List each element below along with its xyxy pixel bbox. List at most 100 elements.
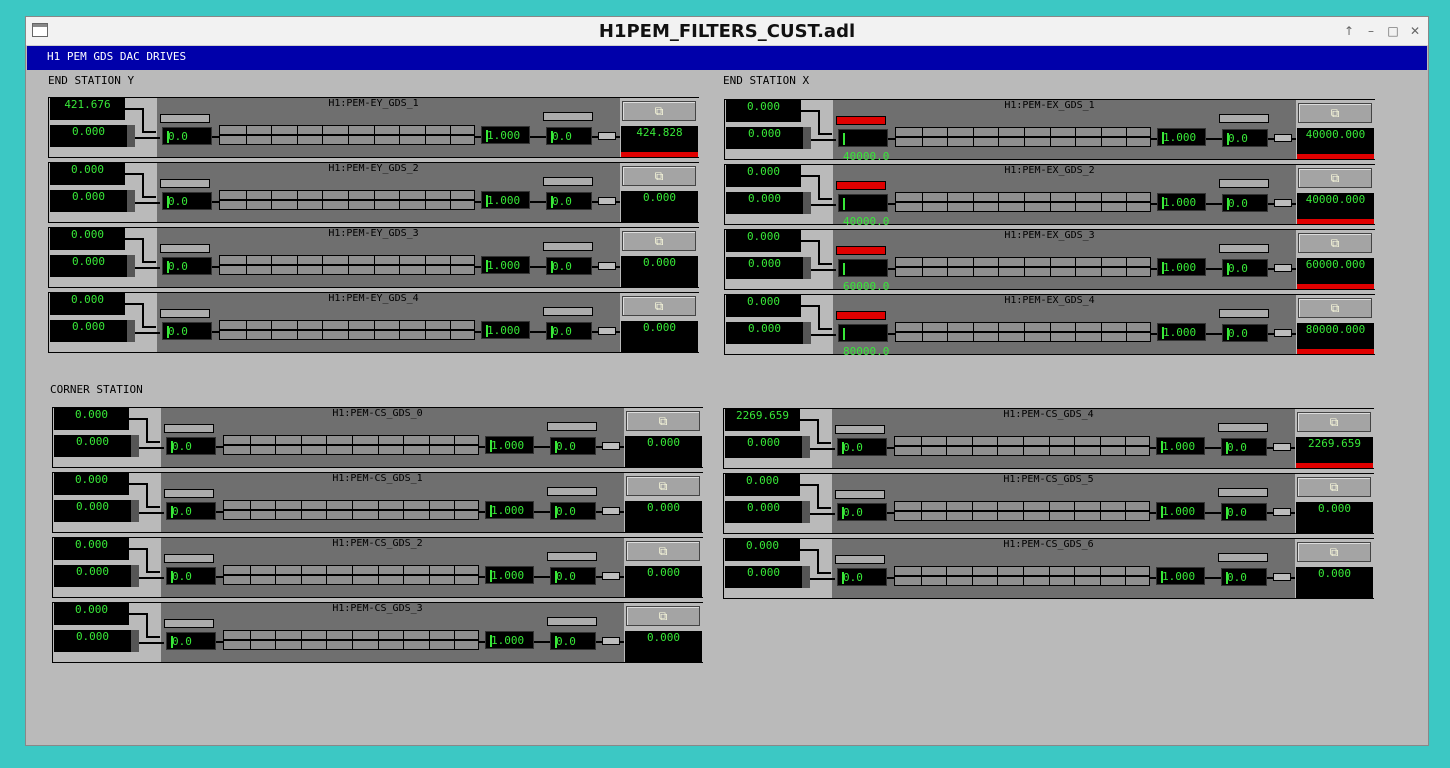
- limit-toggle-button[interactable]: [1219, 244, 1269, 253]
- output-switch[interactable]: [598, 197, 616, 205]
- limit-toggle-button[interactable]: [547, 422, 597, 431]
- offset-toggle-button[interactable]: [160, 114, 210, 123]
- limit-toggle-button[interactable]: [1218, 488, 1268, 497]
- limit-toggle-button[interactable]: [1218, 553, 1268, 562]
- limit-input[interactable]: 0.0: [1221, 503, 1267, 521]
- gain-input[interactable]: 1.000: [1156, 437, 1205, 455]
- gain-input[interactable]: 1.000: [1157, 258, 1206, 276]
- limit-input[interactable]: 0.0: [1222, 194, 1268, 212]
- offset-input[interactable]: 0.0: [837, 503, 887, 521]
- limit-input[interactable]: 0.0: [546, 322, 592, 340]
- copy-button[interactable]: ⧉: [1298, 233, 1372, 253]
- offset-input[interactable]: 0.0: [162, 127, 212, 145]
- limit-input[interactable]: 0.0: [1221, 568, 1267, 586]
- limit-toggle-button[interactable]: [1219, 309, 1269, 318]
- filter-bank-switches[interactable]: [223, 435, 479, 455]
- copy-button[interactable]: ⧉: [626, 411, 700, 431]
- limit-toggle-button[interactable]: [543, 307, 593, 316]
- filter-bank-switches[interactable]: [219, 190, 475, 210]
- offset-input[interactable]: 0.0: [162, 322, 212, 340]
- filter-bank-switches[interactable]: [223, 500, 479, 520]
- limit-toggle-button[interactable]: [543, 242, 593, 251]
- offset-toggle-button[interactable]: [836, 116, 886, 125]
- limit-input[interactable]: 0.0: [550, 437, 596, 455]
- limit-toggle-button[interactable]: [1218, 423, 1268, 432]
- gain-input[interactable]: 1.000: [485, 436, 534, 454]
- output-switch[interactable]: [1273, 443, 1291, 451]
- offset-input[interactable]: 0.0: [162, 192, 212, 210]
- copy-button[interactable]: ⧉: [622, 231, 696, 251]
- output-switch[interactable]: [602, 637, 620, 645]
- copy-button[interactable]: ⧉: [622, 101, 696, 121]
- filter-bank-switches[interactable]: [895, 257, 1151, 277]
- limit-toggle-button[interactable]: [547, 487, 597, 496]
- filter-bank-switches[interactable]: [223, 565, 479, 585]
- shade-icon[interactable]: ↑: [1342, 24, 1356, 38]
- output-switch[interactable]: [1274, 134, 1292, 142]
- limit-input[interactable]: 0.0: [550, 632, 596, 650]
- filter-bank-switches[interactable]: [894, 436, 1150, 456]
- limit-input[interactable]: 0.0: [546, 127, 592, 145]
- offset-input[interactable]: 80000.0: [838, 324, 889, 358]
- gain-input[interactable]: 1.000: [481, 321, 530, 339]
- gain-input[interactable]: 1.000: [1157, 323, 1206, 341]
- offset-toggle-button[interactable]: [164, 489, 214, 498]
- output-switch[interactable]: [1274, 329, 1292, 337]
- offset-input[interactable]: 0.0: [837, 438, 887, 456]
- output-switch[interactable]: [602, 507, 620, 515]
- offset-toggle-button[interactable]: [164, 554, 214, 563]
- limit-toggle-button[interactable]: [543, 112, 593, 121]
- gain-input[interactable]: 1.000: [1157, 128, 1206, 146]
- offset-input[interactable]: 0.0: [162, 257, 212, 275]
- offset-input[interactable]: 0.0: [166, 437, 216, 455]
- offset-input[interactable]: 40000.0: [838, 194, 889, 228]
- copy-button[interactable]: ⧉: [1297, 477, 1371, 497]
- filter-bank-switches[interactable]: [219, 125, 475, 145]
- offset-toggle-button[interactable]: [835, 490, 885, 499]
- gain-input[interactable]: 1.000: [1157, 193, 1206, 211]
- offset-toggle-button[interactable]: [160, 244, 210, 253]
- offset-input[interactable]: 0.0: [166, 632, 216, 650]
- output-switch[interactable]: [1273, 508, 1291, 516]
- output-switch[interactable]: [1273, 573, 1291, 581]
- output-switch[interactable]: [598, 262, 616, 270]
- offset-toggle-button[interactable]: [836, 181, 886, 190]
- limit-input[interactable]: 0.0: [550, 567, 596, 585]
- limit-input[interactable]: 0.0: [550, 502, 596, 520]
- minimize-icon[interactable]: –: [1364, 24, 1378, 38]
- limit-toggle-button[interactable]: [1219, 114, 1269, 123]
- offset-toggle-button[interactable]: [160, 309, 210, 318]
- gain-input[interactable]: 1.000: [1156, 567, 1205, 585]
- offset-input[interactable]: 0.0: [166, 502, 216, 520]
- gain-input[interactable]: 1.000: [481, 126, 530, 144]
- copy-button[interactable]: ⧉: [622, 166, 696, 186]
- output-switch[interactable]: [1274, 199, 1292, 207]
- output-switch[interactable]: [598, 327, 616, 335]
- limit-toggle-button[interactable]: [547, 617, 597, 626]
- filter-bank-switches[interactable]: [219, 255, 475, 275]
- copy-button[interactable]: ⧉: [1298, 103, 1372, 123]
- filter-bank-switches[interactable]: [219, 320, 475, 340]
- filter-bank-switches[interactable]: [894, 566, 1150, 586]
- filter-bank-switches[interactable]: [895, 322, 1151, 342]
- offset-toggle-button[interactable]: [164, 619, 214, 628]
- copy-button[interactable]: ⧉: [1298, 298, 1372, 318]
- output-switch[interactable]: [598, 132, 616, 140]
- gain-input[interactable]: 1.000: [485, 566, 534, 584]
- filter-bank-switches[interactable]: [895, 127, 1151, 147]
- copy-button[interactable]: ⧉: [1297, 542, 1371, 562]
- limit-toggle-button[interactable]: [1219, 179, 1269, 188]
- offset-toggle-button[interactable]: [836, 311, 886, 320]
- limit-toggle-button[interactable]: [547, 552, 597, 561]
- close-icon[interactable]: ✕: [1408, 24, 1422, 38]
- offset-toggle-button[interactable]: [160, 179, 210, 188]
- filter-bank-switches[interactable]: [895, 192, 1151, 212]
- limit-input[interactable]: 0.0: [546, 257, 592, 275]
- limit-input[interactable]: 0.0: [1222, 324, 1268, 342]
- gain-input[interactable]: 1.000: [481, 256, 530, 274]
- copy-button[interactable]: ⧉: [1298, 168, 1372, 188]
- offset-input[interactable]: 0.0: [837, 568, 887, 586]
- offset-input[interactable]: 40000.0: [838, 129, 889, 163]
- offset-input[interactable]: 60000.0: [838, 259, 889, 293]
- offset-toggle-button[interactable]: [835, 555, 885, 564]
